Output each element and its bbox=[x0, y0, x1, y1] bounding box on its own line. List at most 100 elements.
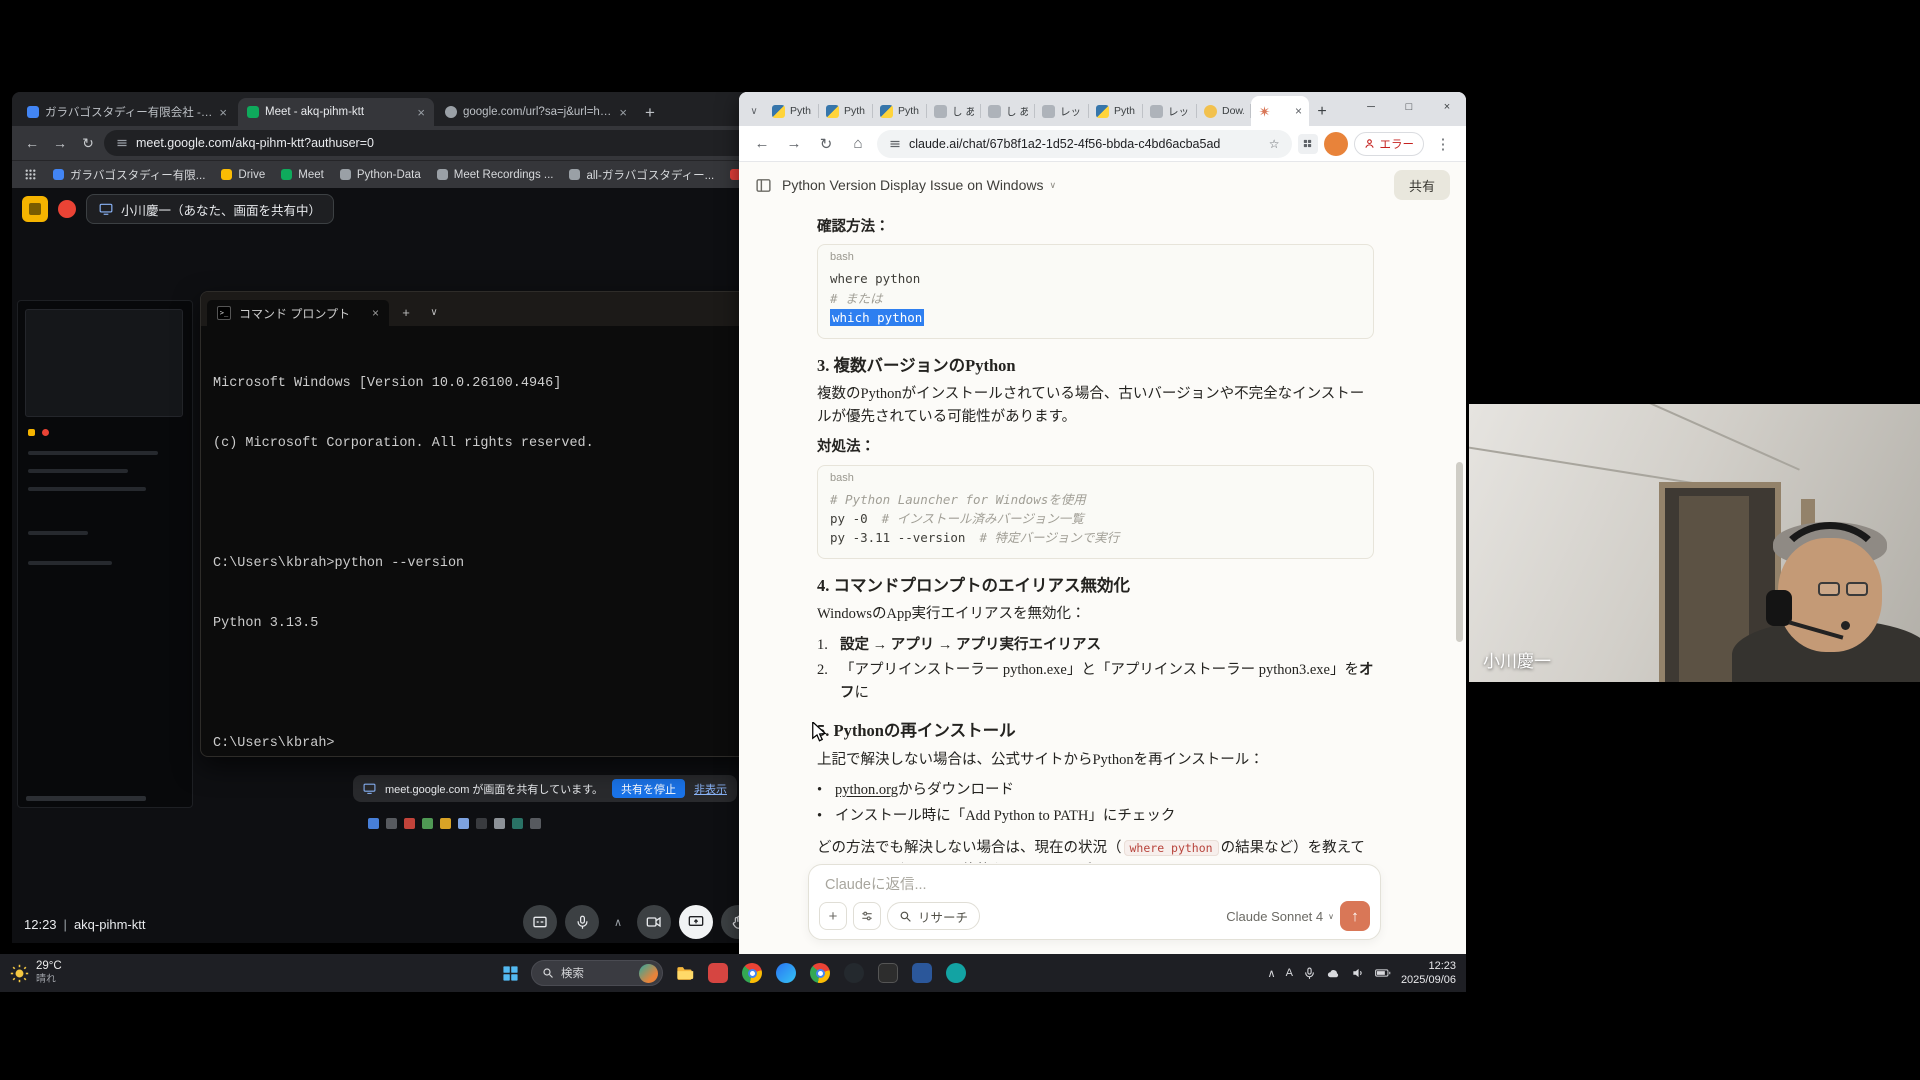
tab-close-icon[interactable]: × bbox=[417, 105, 425, 120]
tools-button[interactable] bbox=[853, 902, 881, 930]
terminal-app-icon[interactable] bbox=[875, 960, 901, 986]
home-button[interactable]: ⌂ bbox=[845, 131, 871, 157]
code-content[interactable]: where python # または which python bbox=[818, 263, 1373, 337]
chevron-down-icon: ∨ bbox=[1049, 180, 1056, 191]
browser-tab[interactable]: Pyth... bbox=[1089, 96, 1143, 126]
camera-button[interactable] bbox=[637, 905, 671, 939]
battery-icon[interactable] bbox=[1375, 967, 1391, 979]
file-explorer-icon[interactable] bbox=[671, 960, 697, 986]
send-button[interactable]: ↑ bbox=[1340, 901, 1370, 931]
forward-button[interactable]: → bbox=[48, 131, 72, 155]
word-icon[interactable] bbox=[909, 960, 935, 986]
chat-scroll-area[interactable]: 確認方法： bash where python # または which pyth… bbox=[739, 208, 1466, 863]
claude-favicon bbox=[1258, 105, 1271, 118]
tab-close-icon[interactable]: × bbox=[372, 306, 379, 320]
research-button[interactable]: リサーチ bbox=[887, 902, 980, 930]
taskbar-clock[interactable]: 12:23 2025/09/06 bbox=[1401, 959, 1456, 988]
chrome-icon[interactable] bbox=[739, 960, 765, 986]
browser-tab-meet[interactable]: Meet - akq-pihm-ktt × bbox=[238, 98, 434, 126]
browser-tab-claude[interactable]: × bbox=[1251, 96, 1309, 126]
section-heading: 3. 複数バージョンのPython bbox=[817, 353, 1374, 379]
python-org-link[interactable]: python.org bbox=[835, 782, 898, 798]
webcam-overlay[interactable]: 小川慶一 bbox=[1469, 404, 1920, 682]
chrome-profile2-icon[interactable] bbox=[807, 960, 833, 986]
list-item: 2. 「アプリインストーラー python.exe」と「アプリインストーラー p… bbox=[817, 659, 1374, 704]
bookmark-item[interactable]: Meet Recordings ... bbox=[437, 169, 554, 181]
tab-close-icon[interactable]: × bbox=[1295, 104, 1302, 118]
conversation-title[interactable]: Python Version Display Issue on Windows … bbox=[782, 177, 1056, 193]
code-content[interactable]: # Python Launcher for Windowsを使用 py -0# … bbox=[818, 484, 1373, 558]
browser-tab-google[interactable]: google.com/url?sa=j&url=http... × bbox=[436, 98, 636, 126]
browser-menu-icon[interactable]: ⋮ bbox=[1430, 131, 1456, 157]
profile-avatar[interactable] bbox=[1324, 132, 1348, 156]
browser-tab-calendar[interactable]: ガラバゴスタディー有限会社 - カレン × bbox=[18, 98, 236, 126]
new-terminal-tab-button[interactable]: + bbox=[395, 305, 417, 320]
model-selector[interactable]: Claude Sonnet 4 ∨ bbox=[1226, 909, 1334, 924]
forward-button[interactable]: → bbox=[781, 131, 807, 157]
browser-tab[interactable]: Dow... bbox=[1197, 96, 1251, 126]
ime-indicator[interactable]: A bbox=[1286, 967, 1293, 979]
presenter-pill[interactable]: 小川慶一（あなた、画面を共有中） bbox=[86, 194, 334, 224]
tray-microphone-icon[interactable] bbox=[1303, 967, 1316, 980]
recorder-app-icon[interactable] bbox=[705, 960, 731, 986]
sync-error-chip[interactable]: エラー bbox=[1354, 132, 1425, 156]
back-button[interactable]: ← bbox=[20, 131, 44, 155]
tab-close-icon[interactable]: × bbox=[619, 105, 627, 120]
browser-tab[interactable]: レッ... bbox=[1143, 96, 1197, 126]
github-desktop-icon[interactable] bbox=[841, 960, 867, 986]
microphone-button[interactable] bbox=[565, 905, 599, 939]
tab-close-icon[interactable]: × bbox=[219, 105, 227, 120]
browser-tab[interactable]: Pyth... bbox=[819, 96, 873, 126]
screen-share-banner: meet.google.com が画面を共有しています。 共有を停止 非表示 bbox=[353, 775, 737, 802]
speaker-icon[interactable] bbox=[1351, 966, 1365, 980]
desktop: ガラバゴスタディー有限会社 - カレン × Meet - akq-pihm-kt… bbox=[0, 0, 1920, 1080]
bookmark-star-icon[interactable]: ☆ bbox=[1269, 137, 1280, 151]
preview-caption bbox=[26, 796, 146, 801]
taskbar-search[interactable]: 検索 bbox=[531, 960, 663, 986]
captions-button[interactable] bbox=[523, 905, 557, 939]
reply-input[interactable] bbox=[825, 877, 1362, 893]
browser-tab[interactable]: し あ... bbox=[981, 96, 1035, 126]
address-bar[interactable]: claude.ai/chat/67b8f1a2-1d52-4f56-bbda-c… bbox=[877, 130, 1292, 158]
new-tab-button[interactable]: + bbox=[638, 100, 662, 126]
terminal-tab[interactable]: >_ コマンド プロンプト × bbox=[207, 300, 389, 326]
photos-icon[interactable] bbox=[943, 960, 969, 986]
browser-tab[interactable]: し あ... bbox=[927, 96, 981, 126]
site-settings-icon bbox=[889, 138, 901, 150]
terminal-dropdown-icon[interactable]: ∨ bbox=[423, 307, 445, 318]
maximize-button[interactable]: □ bbox=[1390, 92, 1428, 122]
reload-button[interactable]: ↻ bbox=[813, 131, 839, 157]
bookmark-item[interactable]: ガラバゴスタディー有限... bbox=[53, 167, 205, 183]
bookmark-item[interactable]: Meet bbox=[281, 169, 324, 181]
extension-icon[interactable] bbox=[1298, 134, 1318, 154]
weather-widget[interactable]: 29°C 晴れ bbox=[10, 954, 62, 992]
browser-tab[interactable]: Pyth... bbox=[873, 96, 927, 126]
scrollbar-thumb[interactable] bbox=[1456, 462, 1463, 642]
hide-banner-link[interactable]: 非表示 bbox=[694, 781, 727, 797]
stop-sharing-button[interactable]: 共有を停止 bbox=[612, 779, 685, 798]
close-window-button[interactable]: × bbox=[1428, 92, 1466, 122]
bookmark-item[interactable]: Drive bbox=[221, 169, 265, 181]
apps-grid-icon[interactable] bbox=[24, 168, 37, 181]
present-button[interactable] bbox=[679, 905, 713, 939]
minimize-button[interactable]: ─ bbox=[1352, 92, 1390, 122]
sidebar-toggle-icon[interactable] bbox=[755, 177, 772, 194]
code-line: which python bbox=[830, 308, 1361, 327]
shared-screen-self-preview[interactable] bbox=[17, 300, 193, 808]
start-button[interactable] bbox=[497, 960, 523, 986]
tray-expand-icon[interactable]: ∧ bbox=[1268, 967, 1276, 980]
edge-icon[interactable] bbox=[773, 960, 799, 986]
device-chevron-button[interactable]: ∧ bbox=[607, 911, 629, 933]
new-tab-button[interactable]: + bbox=[1309, 98, 1335, 126]
bookmark-item[interactable]: all-ガラバゴスタディー... bbox=[569, 167, 714, 183]
onedrive-cloud-icon[interactable] bbox=[1326, 966, 1341, 981]
bookmark-item[interactable]: Python-Data bbox=[340, 169, 421, 181]
share-button[interactable]: 共有 bbox=[1394, 170, 1450, 200]
attach-button[interactable]: + bbox=[819, 902, 847, 930]
browser-tab[interactable]: レッス... bbox=[1035, 96, 1089, 126]
browser-tab[interactable]: Pyth... bbox=[765, 96, 819, 126]
tab-search-icon[interactable]: ∨ bbox=[743, 96, 765, 126]
reload-button[interactable]: ↻ bbox=[76, 131, 100, 155]
presentation-icon[interactable] bbox=[22, 196, 48, 222]
back-button[interactable]: ← bbox=[749, 131, 775, 157]
